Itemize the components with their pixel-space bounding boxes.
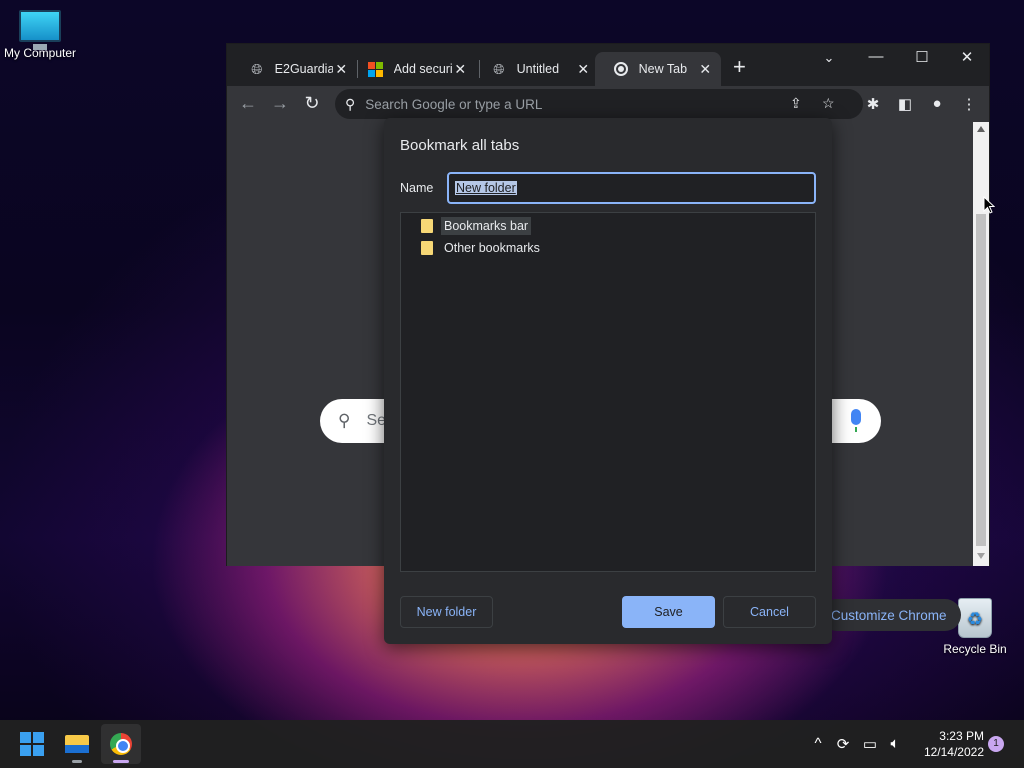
save-button[interactable]: Save — [622, 596, 715, 628]
chevron-up-icon[interactable]: ^ — [808, 735, 828, 752]
clock-time: 3:23 PM — [939, 729, 984, 743]
mouse-cursor-icon — [983, 196, 995, 214]
tab-title: New Tab — [638, 62, 688, 76]
reload-icon[interactable]: ↻ — [301, 93, 323, 114]
globe-icon: 🌐︎ — [493, 60, 505, 77]
share-icon[interactable]: ⇪ — [790, 95, 802, 112]
name-label: Name — [400, 181, 434, 195]
tab-title: Add security — [393, 62, 453, 76]
desktop-icon-label: Recycle Bin — [943, 642, 1007, 656]
sync-icon[interactable]: ⟳ — [833, 735, 853, 753]
cancel-button[interactable]: Cancel — [723, 596, 816, 628]
folder-name-input[interactable]: New folder — [447, 172, 816, 204]
scroll-down-arrow-icon[interactable] — [977, 553, 985, 559]
extensions-icon[interactable]: ✱ — [863, 95, 883, 113]
close-tab-icon[interactable]: ✕ — [575, 61, 591, 78]
tab-title: E2Guardian — [274, 62, 334, 76]
dialog-title: Bookmark all tabs — [400, 137, 520, 154]
running-indicator — [72, 760, 82, 763]
new-folder-button[interactable]: New folder — [400, 596, 493, 628]
folder-icon — [421, 241, 433, 255]
desktop-icon-my-computer[interactable]: My Computer — [0, 10, 80, 60]
monitor-icon — [19, 10, 61, 50]
close-tab-icon[interactable]: ✕ — [452, 61, 468, 78]
star-icon[interactable]: ☆ — [822, 95, 835, 112]
microsoft-logo-icon — [368, 61, 384, 77]
chrome-icon — [110, 733, 132, 755]
folder-name-value: New folder — [455, 181, 517, 195]
tab-untitled[interactable]: 🌐︎ Untitled ✕ — [473, 52, 599, 86]
profile-icon[interactable]: ● — [927, 95, 947, 112]
start-button[interactable] — [12, 724, 52, 764]
windows-logo-icon — [20, 732, 44, 756]
bookmark-all-tabs-dialog: Bookmark all tabs Name New folder Bookma… — [384, 118, 832, 644]
notification-badge[interactable]: 1 — [988, 736, 1004, 752]
folder-item-other-bookmarks[interactable]: Other bookmarks — [421, 238, 543, 258]
tab-title: Untitled — [516, 62, 560, 76]
system-clock[interactable]: 3:23 PM 12/14/2022 — [912, 728, 984, 760]
minimize-icon[interactable]: — — [861, 48, 891, 65]
forward-arrow-icon[interactable]: → — [269, 93, 291, 114]
folder-label: Bookmarks bar — [441, 217, 532, 235]
menu-kebab-icon[interactable]: ⋮ — [959, 95, 979, 113]
tab-search-chevron-icon[interactable]: ⌄ — [814, 50, 844, 66]
chrome-taskbar-button[interactable] — [101, 724, 141, 764]
folder-icon — [65, 735, 89, 753]
close-window-icon[interactable]: ✕ — [952, 48, 982, 66]
network-icon[interactable]: ▭ — [860, 735, 880, 753]
microphone-icon[interactable] — [851, 409, 861, 432]
tab-strip: 🌐︎ E2Guardian ✕ Add security ✕ 🌐︎ Untitl… — [227, 44, 989, 86]
scroll-up-arrow-icon[interactable] — [977, 126, 985, 132]
active-indicator — [113, 760, 129, 763]
folder-label: Other bookmarks — [444, 241, 540, 255]
recycle-bin-icon: ♻ — [958, 598, 992, 638]
omnibox-placeholder: Search Google or type a URL — [365, 96, 543, 112]
tab-e2guardian[interactable]: 🌐︎ E2Guardian ✕ — [231, 52, 357, 86]
tab-add-security[interactable]: Add security ✕ — [350, 52, 476, 86]
search-icon: ⚲ — [338, 411, 351, 430]
file-explorer-button[interactable] — [57, 724, 97, 764]
omnibox[interactable]: ⚲ Search Google or type a URL ⇪ ☆ — [335, 89, 863, 119]
new-tab-button[interactable]: + — [733, 56, 746, 78]
folder-tree[interactable]: Bookmarks bar Other bookmarks — [400, 212, 816, 572]
side-panel-icon[interactable]: ◧ — [895, 95, 915, 113]
clock-date: 12/14/2022 — [923, 745, 984, 759]
scroll-thumb[interactable] — [976, 214, 986, 546]
close-tab-icon[interactable]: ✕ — [333, 61, 349, 78]
speaker-icon[interactable]: 🔈︎ — [885, 735, 905, 752]
taskbar: ^ ⟳ ▭ 🔈︎ 3:23 PM 12/14/2022 1 — [0, 720, 1024, 768]
search-icon: ⚲ — [345, 95, 356, 112]
maximize-icon[interactable]: ☐ — [907, 48, 937, 66]
tab-new-tab[interactable]: New Tab ✕ — [595, 52, 721, 86]
folder-icon — [421, 219, 433, 233]
chrome-icon — [613, 61, 629, 77]
toolbar: ← → ↻ ⚲ Search Google or type a URL ⇪ ☆ … — [227, 86, 989, 122]
globe-icon: 🌐︎ — [251, 60, 263, 77]
back-arrow-icon[interactable]: ← — [237, 93, 259, 114]
customize-chrome-button[interactable]: Customize Chrome — [821, 599, 961, 631]
folder-item-bookmarks-bar[interactable]: Bookmarks bar — [421, 216, 532, 236]
close-tab-icon[interactable]: ✕ — [697, 61, 713, 78]
